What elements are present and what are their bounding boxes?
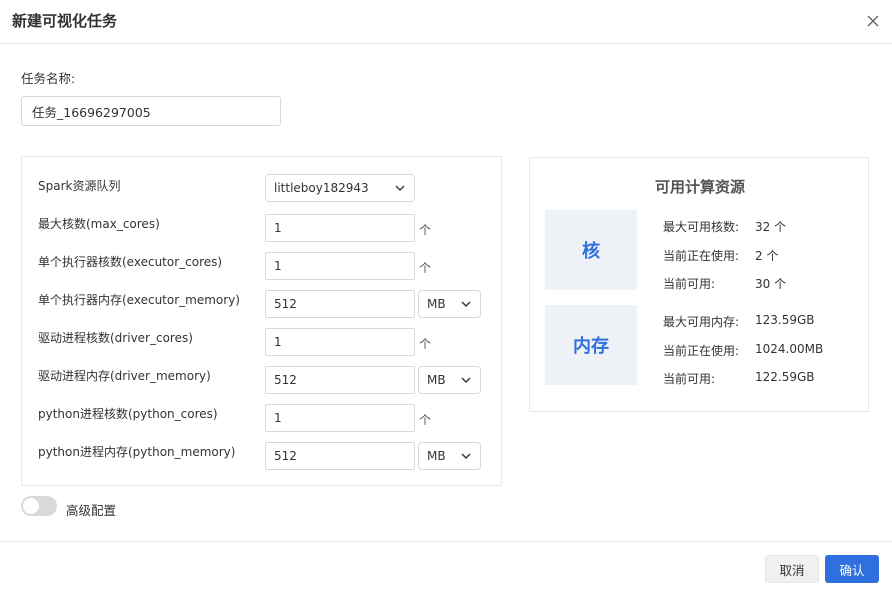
dialog-header: 新建可视化任务 <box>0 0 892 44</box>
max-cores-unit: 个 <box>419 223 432 237</box>
python-cores-input[interactable] <box>265 404 415 432</box>
python-memory-label: python进程内存(python_memory) <box>38 445 236 459</box>
executor-cores-input[interactable] <box>265 252 415 280</box>
avail-cores-key: 当前可用: <box>663 277 716 291</box>
python-memory-unit-value: MB <box>427 449 446 463</box>
used-cores-key: 当前正在使用: <box>663 249 740 263</box>
confirm-button[interactable]: 确认 <box>825 555 879 583</box>
task-name-input[interactable] <box>21 96 281 126</box>
driver-memory-label: 驱动进程内存(driver_memory) <box>38 369 211 383</box>
used-memory-value: 1024.00MB <box>755 342 824 356</box>
cancel-button[interactable]: 取消 <box>765 555 819 583</box>
chevron-down-icon <box>395 185 405 191</box>
queue-label: Spark资源队列 <box>38 179 121 193</box>
avail-memory-value: 122.59GB <box>755 370 815 384</box>
driver-memory-unit-value: MB <box>427 373 446 387</box>
new-visual-task-dialog: 新建可视化任务 任务名称: Spark资源队列 littleboy182943 … <box>0 0 892 589</box>
dialog-footer: 取消 确认 <box>0 541 892 589</box>
close-icon <box>867 15 879 27</box>
executor-memory-unit-select[interactable]: MB <box>418 290 481 318</box>
executor-memory-input[interactable] <box>265 290 415 318</box>
available-resources-panel: 可用计算资源 核 最大可用核数: 32 个 当前正在使用: 2 个 当前可用: … <box>529 157 869 412</box>
advanced-config-toggle[interactable] <box>21 496 57 516</box>
python-memory-unit-select[interactable]: MB <box>418 442 481 470</box>
driver-memory-input[interactable] <box>265 366 415 394</box>
chevron-down-icon <box>461 453 471 459</box>
executor-memory-unit-value: MB <box>427 297 446 311</box>
dialog-title: 新建可视化任务 <box>12 12 118 30</box>
executor-cores-unit: 个 <box>419 261 432 275</box>
max-cores-value: 32 个 <box>755 220 787 234</box>
driver-cores-label: 驱动进程核数(driver_cores) <box>38 331 193 345</box>
max-memory-key: 最大可用内存: <box>663 315 740 329</box>
avail-memory-key: 当前可用: <box>663 372 716 386</box>
close-button[interactable] <box>862 10 884 32</box>
executor-cores-label: 单个执行器核数(executor_cores) <box>38 255 223 269</box>
task-name-label: 任务名称: <box>21 71 76 86</box>
used-cores-value: 2 个 <box>755 249 779 263</box>
python-cores-label: python进程核数(python_cores) <box>38 407 218 421</box>
used-memory-key: 当前正在使用: <box>663 344 740 358</box>
max-cores-input[interactable] <box>265 214 415 242</box>
executor-memory-label: 单个执行器内存(executor_memory) <box>38 293 240 307</box>
chevron-down-icon <box>461 377 471 383</box>
driver-cores-input[interactable] <box>265 328 415 356</box>
queue-select-value: littleboy182943 <box>274 181 369 195</box>
resources-title: 可用计算资源 <box>654 178 745 196</box>
python-memory-input[interactable] <box>265 442 415 470</box>
advanced-config-label: 高级配置 <box>66 503 117 518</box>
driver-memory-unit-select[interactable]: MB <box>418 366 481 394</box>
memory-box: 内存 <box>545 305 637 385</box>
chevron-down-icon <box>461 301 471 307</box>
queue-select[interactable]: littleboy182943 <box>265 174 415 202</box>
cores-box: 核 <box>545 210 637 290</box>
driver-cores-unit: 个 <box>419 337 432 351</box>
spark-config-panel: Spark资源队列 littleboy182943 最大核数(max_cores… <box>21 156 502 486</box>
max-memory-value: 123.59GB <box>755 313 815 327</box>
max-cores-label: 最大核数(max_cores) <box>38 217 160 231</box>
avail-cores-value: 30 个 <box>755 277 787 291</box>
python-cores-unit: 个 <box>419 413 432 427</box>
max-cores-key: 最大可用核数: <box>663 220 740 234</box>
toggle-knob <box>23 498 39 514</box>
